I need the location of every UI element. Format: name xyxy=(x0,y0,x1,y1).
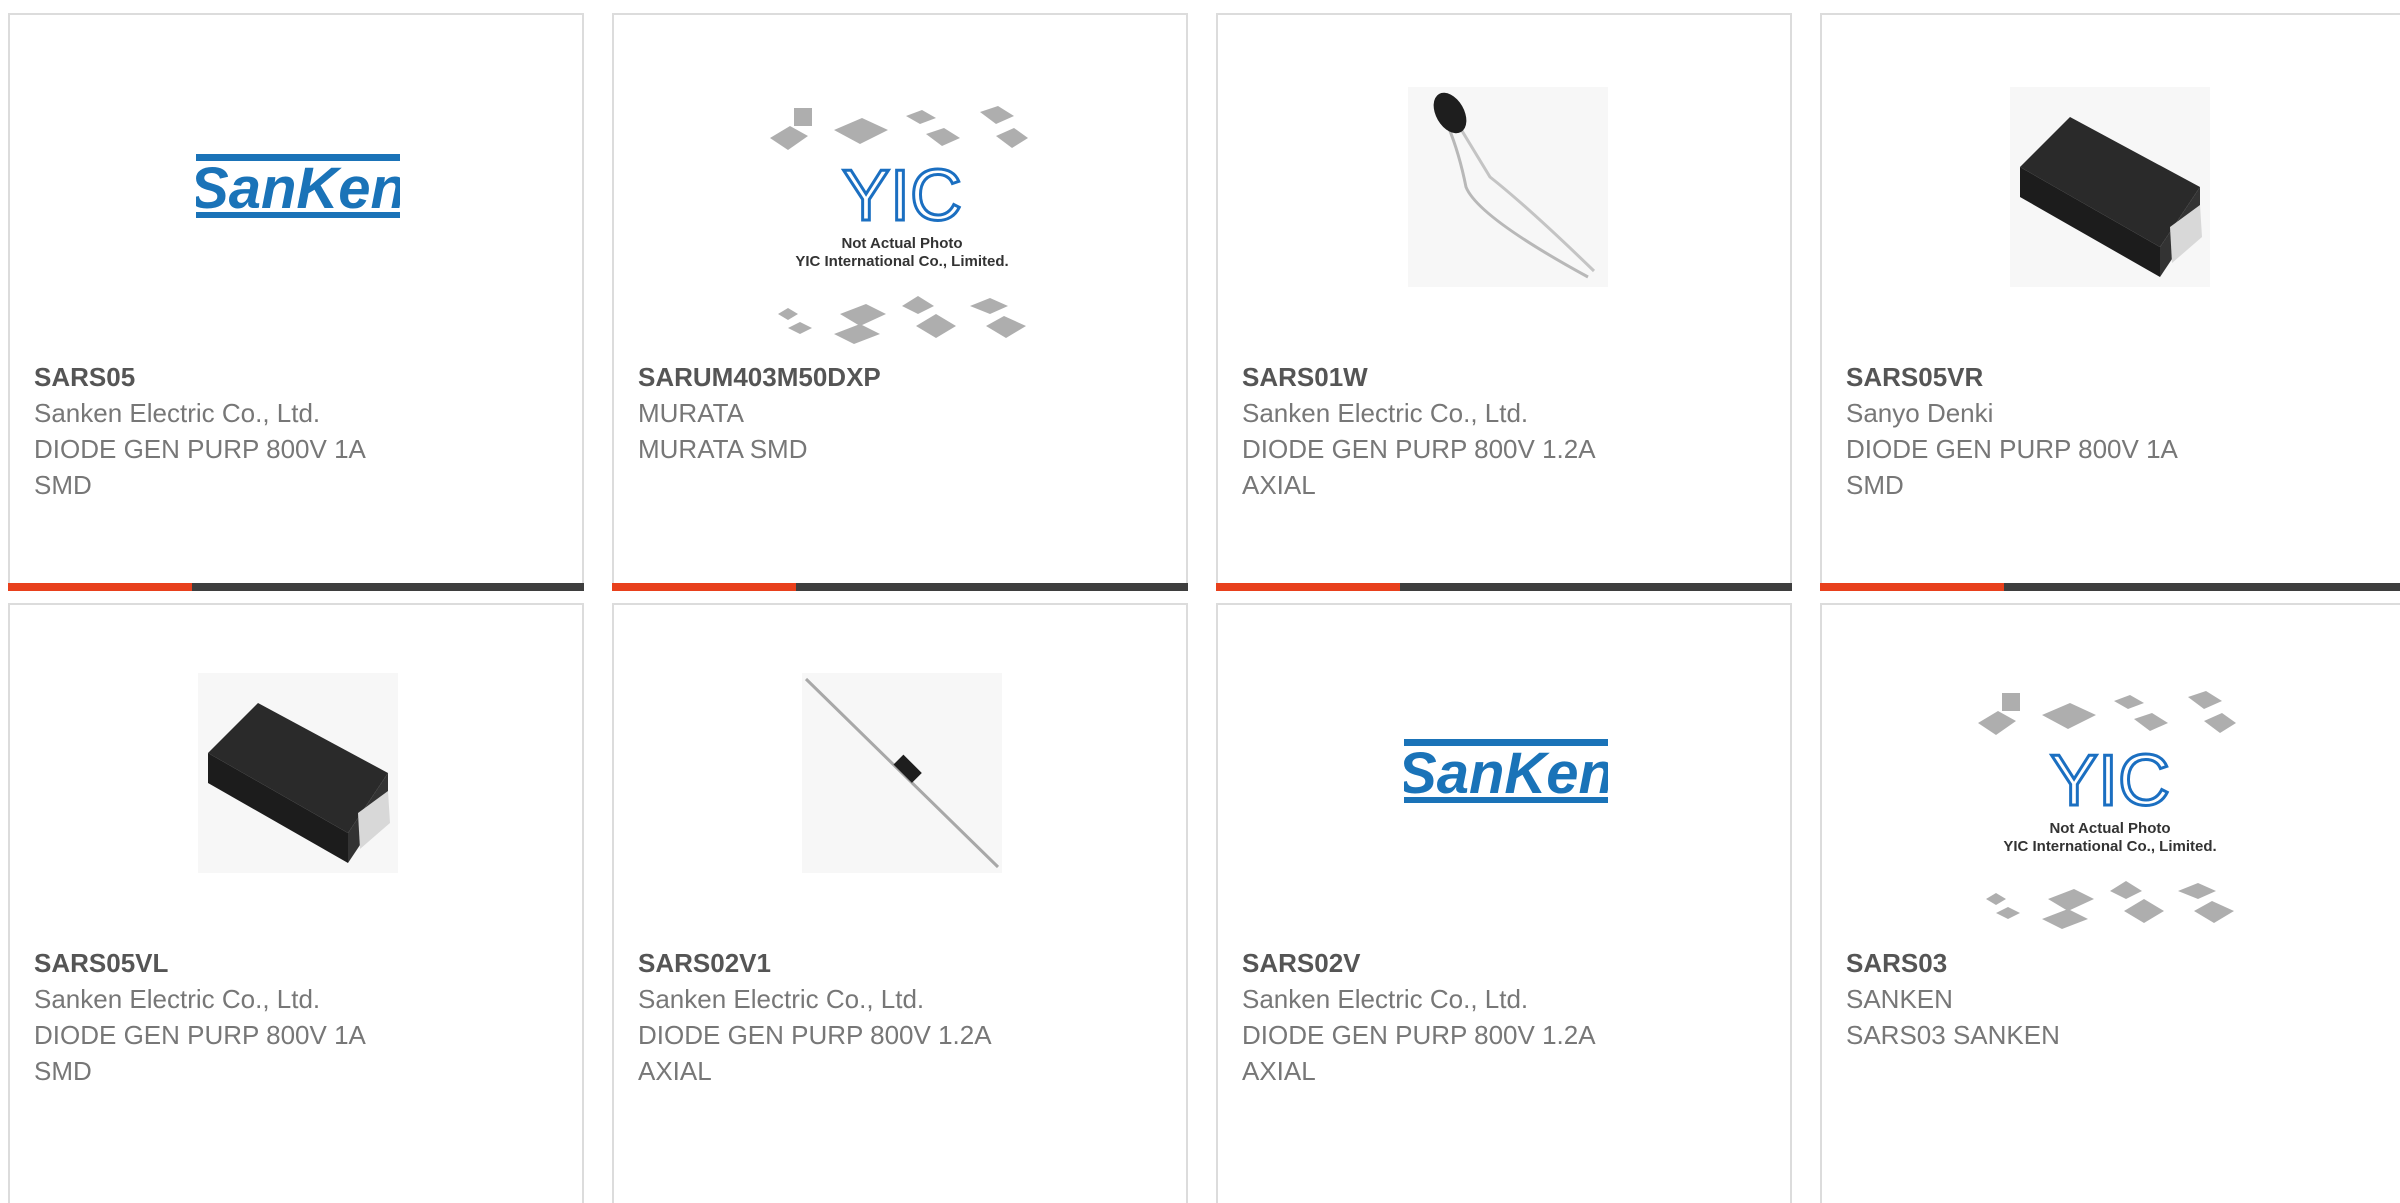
svg-text:SanKen: SanKen xyxy=(1404,741,1608,806)
svg-text:YIC: YIC xyxy=(842,156,962,236)
manufacturer: Sanken Electric Co., Ltd. xyxy=(1242,984,1529,1014)
part-number[interactable]: SARS02V xyxy=(1242,945,1770,981)
product-image[interactable] xyxy=(2010,87,2210,287)
product-info: SARS02V1 Sanken Electric Co., Ltd. DIODE… xyxy=(638,945,1166,1089)
description: SARS03 SANKEN xyxy=(1846,1020,2060,1050)
description: DIODE GEN PURP 800V 1.2A xyxy=(1242,1020,1596,1050)
product-info: SARS05VL Sanken Electric Co., Ltd. DIODE… xyxy=(34,945,562,1089)
description: DIODE GEN PURP 800V 1.2A xyxy=(638,1020,992,1050)
part-number[interactable]: SARS05 xyxy=(34,359,562,395)
svg-text:Not Actual Photo: Not Actual Photo xyxy=(2049,820,2170,837)
description: MURATA SMD xyxy=(638,434,808,464)
part-number[interactable]: SARS03 xyxy=(1846,945,2398,981)
product-image[interactable]: YIC Not Actual Photo YIC International C… xyxy=(1972,685,2248,945)
product-info: SARUM403M50DXP MURATA MURATA SMD xyxy=(638,359,1166,467)
product-info: SARS01W Sanken Electric Co., Ltd. DIODE … xyxy=(1242,359,1770,503)
yic-placeholder-image: YIC Not Actual Photo YIC International C… xyxy=(770,106,1028,344)
card-bar xyxy=(1820,583,2400,591)
package: SMD xyxy=(1846,470,1904,500)
product-grid: SanKen SARS05 Sanken Electric Co., Ltd. … xyxy=(0,0,2400,1203)
svg-text:SanKen: SanKen xyxy=(196,156,400,221)
axial-diode-photo xyxy=(1433,92,1596,279)
manufacturer: Sanken Electric Co., Ltd. xyxy=(638,984,925,1014)
package: AXIAL xyxy=(1242,1056,1316,1086)
part-number[interactable]: SARS01W xyxy=(1242,359,1770,395)
manufacturer: Sanken Electric Co., Ltd. xyxy=(34,984,321,1014)
description: DIODE GEN PURP 800V 1A xyxy=(1846,434,2178,464)
package: SMD xyxy=(34,470,92,500)
smd-package-photo xyxy=(208,703,390,863)
product-image[interactable]: YIC Not Actual Photo YIC International C… xyxy=(764,100,1040,360)
card-bar-accent xyxy=(8,583,192,591)
product-image[interactable]: SanKen xyxy=(196,85,400,289)
card-bar-accent xyxy=(1216,583,1400,591)
part-number[interactable]: SARS05VR xyxy=(1846,359,2398,395)
product-image[interactable] xyxy=(198,673,398,873)
product-card[interactable]: SARS05VR Sanyo Denki DIODE GEN PURP 800V… xyxy=(1820,13,2400,591)
package: AXIAL xyxy=(638,1056,712,1086)
manufacturer: MURATA xyxy=(638,398,744,428)
product-card[interactable]: YIC Not Actual Photo YIC International C… xyxy=(1820,603,2400,1203)
manufacturer: Sanyo Denki xyxy=(1846,398,1994,428)
description: DIODE GEN PURP 800V 1.2A xyxy=(1242,434,1596,464)
svg-text:Not Actual Photo: Not Actual Photo xyxy=(841,235,962,252)
card-bar xyxy=(612,583,1188,591)
product-card[interactable]: SARS01W Sanken Electric Co., Ltd. DIODE … xyxy=(1216,13,1792,591)
product-info: SARS03 SANKEN SARS03 SANKEN xyxy=(1846,945,2398,1053)
part-number[interactable]: SARS05VL xyxy=(34,945,562,981)
axial-diode-photo xyxy=(804,677,1000,869)
product-card[interactable]: SARS05VL Sanken Electric Co., Ltd. DIODE… xyxy=(8,603,584,1203)
product-card[interactable]: SARS02V1 Sanken Electric Co., Ltd. DIODE… xyxy=(612,603,1188,1203)
package: AXIAL xyxy=(1242,470,1316,500)
product-card[interactable]: SanKen SARS05 Sanken Electric Co., Ltd. … xyxy=(8,13,584,591)
part-number[interactable]: SARUM403M50DXP xyxy=(638,359,1166,395)
product-image[interactable] xyxy=(802,673,1002,873)
sanken-logo: SanKen xyxy=(196,154,400,221)
product-info: SARS05 Sanken Electric Co., Ltd. DIODE G… xyxy=(34,359,562,503)
manufacturer: Sanken Electric Co., Ltd. xyxy=(1242,398,1529,428)
card-bar xyxy=(1216,583,1792,591)
part-number[interactable]: SARS02V1 xyxy=(638,945,1166,981)
product-info: SARS02V Sanken Electric Co., Ltd. DIODE … xyxy=(1242,945,1770,1089)
description: DIODE GEN PURP 800V 1A xyxy=(34,434,366,464)
sanken-logo: SanKen xyxy=(1404,739,1608,806)
description: DIODE GEN PURP 800V 1A xyxy=(34,1020,366,1050)
svg-text:YIC International Co., Limited: YIC International Co., Limited. xyxy=(795,253,1008,270)
product-image[interactable] xyxy=(1408,87,1608,287)
product-card[interactable]: YIC Not Actual Photo YIC International C… xyxy=(612,13,1188,591)
card-bar xyxy=(8,583,584,591)
svg-text:YIC International Co., Limited: YIC International Co., Limited. xyxy=(2003,838,2216,855)
product-info: SARS05VR Sanyo Denki DIODE GEN PURP 800V… xyxy=(1846,359,2398,503)
card-bar-accent xyxy=(1820,583,2004,591)
product-card[interactable]: SanKen SARS02V Sanken Electric Co., Ltd.… xyxy=(1216,603,1792,1203)
card-bar-accent xyxy=(612,583,796,591)
smd-package-photo xyxy=(2020,117,2202,277)
svg-text:YIC: YIC xyxy=(2050,741,2170,821)
package: SMD xyxy=(34,1056,92,1086)
manufacturer: SANKEN xyxy=(1846,984,1953,1014)
product-image[interactable]: SanKen xyxy=(1404,737,1608,807)
manufacturer: Sanken Electric Co., Ltd. xyxy=(34,398,321,428)
yic-placeholder-image: YIC Not Actual Photo YIC International C… xyxy=(1978,691,2236,929)
